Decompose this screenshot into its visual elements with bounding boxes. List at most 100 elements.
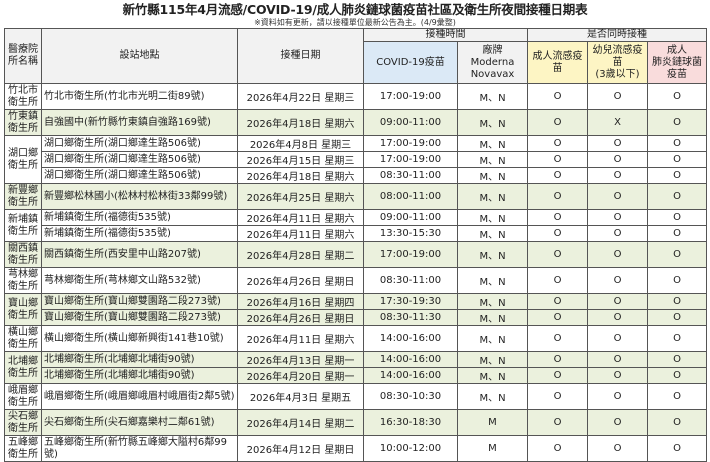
vaccination-time: 14:00-16:00 <box>363 351 458 368</box>
pneumo-mark: O <box>646 309 708 326</box>
header-concurrent: 是否同時接種 <box>526 28 708 42</box>
header-hospital: 醫療院所名稱 <box>4 28 42 84</box>
site-address: 新豐鄉松林國小(松林村松林街33鄰99號) <box>41 183 238 210</box>
table-row: 湖口鄉衛生所(湖口鄉達生路506號) 2026年4月18日 星期六 08:30-11… <box>5 167 708 184</box>
table-row: 新豐鄉衛生所 新豐鄉松林國小(松林村松林街33鄰99號) 2026年4月25日 星期… <box>4 183 708 210</box>
flu-child-mark: O <box>587 435 648 462</box>
hospital-name: 竹東鎮衛生所 <box>4 109 42 136</box>
vaccination-time: 09:00-11:00 <box>363 109 458 136</box>
table-row: 關西鎮衛生所 關西鎮衛生所(西安里中山路207號) 2026年4月28日 星期二 17… <box>4 241 708 268</box>
flu-adult-mark: O <box>527 309 588 326</box>
flu-child-mark: O <box>587 383 648 410</box>
vaccination-date: 2026年4月20日 星期一 <box>237 367 364 384</box>
vaccination-time: 13:30-15:30 <box>363 225 458 242</box>
vaccine-brand: M、N <box>457 367 528 384</box>
site-address: 新埔鎮衛生所(福德街535號) <box>41 209 238 226</box>
flu-child-mark: O <box>587 225 648 242</box>
pneumo-mark: O <box>646 109 708 136</box>
update-note: ※資料如有更新，請以接種單位最新公告為主。(4/9彙整) <box>254 18 456 27</box>
pneumo-mark: O <box>646 225 708 242</box>
hospital-name: 峨眉鄉衛生所 <box>4 383 42 410</box>
hospital-name: 湖口鄉衛生所 <box>4 135 42 184</box>
vaccine-brand: M、N <box>457 225 528 242</box>
flu-child-mark: X <box>587 109 648 136</box>
table-row: 橫山鄉衛生所 橫山鄉衛生所(橫山鄉新興街141巷10號) 2026年4月11日 星期… <box>4 325 708 352</box>
pneumo-mark: O <box>646 267 708 294</box>
flu-child-mark: O <box>587 293 648 310</box>
flu-adult-mark: O <box>527 383 588 410</box>
site-address: 五峰鄉衛生所(新竹縣五峰鄉大隘村6鄰99號) <box>41 435 238 462</box>
table-row: 五峰鄉衛生所 五峰鄉衛生所(新竹縣五峰鄉大隘村6鄰99號) 2026年4月12日 星… <box>4 435 708 462</box>
vaccination-time: 14:00-16:00 <box>363 325 458 352</box>
vaccine-brand: M、N <box>457 83 528 110</box>
pneumo-mark: O <box>646 435 708 462</box>
vaccination-time: 08:30-11:30 <box>363 309 458 326</box>
flu-adult-mark: O <box>527 351 588 368</box>
pneumo-mark: O <box>646 409 708 436</box>
site-address: 湖口鄉衛生所(湖口鄉達生路506號) <box>41 151 238 168</box>
pneumo-mark: O <box>646 325 708 352</box>
header-flu-adult: 成人流感疫苗 <box>527 41 588 84</box>
schedule-rows: 竹北市衛生所 竹北市衛生所(竹北市光明二街89號) 2026年4月22日 星期三 17… <box>4 83 708 462</box>
site-address: 關西鎮衛生所(西安里中山路207號) <box>41 241 238 268</box>
table-row: 竹北市衛生所 竹北市衛生所(竹北市光明二街89號) 2026年4月22日 星期三 17… <box>4 83 708 110</box>
table-row: 寶山鄉衛生所 寶山鄉衛生所(寶山鄉雙園路二段273號) 2026年4月16日 星期四… <box>4 293 708 326</box>
vaccine-brand: M <box>457 409 528 436</box>
site-address: 湖口鄉衛生所(湖口鄉達生路506號) <box>41 135 238 152</box>
header-covid: COVID-19疫苗 <box>363 41 458 84</box>
flu-adult-mark: O <box>527 267 588 294</box>
table-row: 新埔鎮衛生所(福德街535號) 2026年4月11日 星期六 13:30-15:30… <box>5 225 708 242</box>
flu-child-mark: O <box>587 325 648 352</box>
vaccination-time: 14:00-16:00 <box>363 367 458 384</box>
vaccine-brand: M、N <box>457 209 528 226</box>
vaccine-brand: M、N <box>457 309 528 326</box>
flu-adult-mark: O <box>527 135 588 152</box>
header-brand: 廠牌 Moderna Novavax <box>457 41 528 84</box>
hospital-name: 北埔鄉衛生所 <box>4 351 42 384</box>
hospital-name: 尖石鄉衛生所 <box>4 409 42 436</box>
flu-adult-mark: O <box>527 109 588 136</box>
flu-adult-mark: O <box>527 435 588 462</box>
flu-child-mark: O <box>587 135 648 152</box>
header-date: 接種日期 <box>237 28 364 84</box>
pneumo-mark: O <box>646 135 708 152</box>
header-flu-child: 幼兒流感疫苗 (3歲以下) <box>587 41 648 84</box>
flu-adult-mark: O <box>527 367 588 384</box>
flu-adult-mark: O <box>527 183 588 210</box>
hospital-name: 新埔鎮衛生所 <box>4 209 42 242</box>
vaccination-date: 2026年4月11日 星期六 <box>237 209 364 226</box>
site-address: 寶山鄉衛生所(寶山鄉雙園路二段273號) <box>41 309 238 326</box>
flu-adult-mark: O <box>527 225 588 242</box>
vaccine-brand: M、N <box>457 351 528 368</box>
vaccination-time: 17:30-19:30 <box>363 293 458 310</box>
vaccination-time: 08:30-10:30 <box>363 383 458 410</box>
hospital-name: 竹北市衛生所 <box>4 83 42 110</box>
table-row: 芎林鄉衛生所 芎林鄉衛生所(芎林鄉文山路532號) 2026年4月26日 星期日 08… <box>4 267 708 294</box>
flu-child-mark: O <box>587 209 648 226</box>
table-row: 新埔鎮衛生所 新埔鎮衛生所(福德街535號) 2026年4月11日 星期六 09:00… <box>4 209 708 242</box>
vaccination-date: 2026年4月22日 星期三 <box>237 83 364 110</box>
flu-adult-mark: O <box>527 241 588 268</box>
vaccine-brand: M、N <box>457 325 528 352</box>
hospital-name: 新豐鄉衛生所 <box>4 183 42 210</box>
vaccination-time: 17:00-19:00 <box>363 151 458 168</box>
flu-adult-mark: O <box>527 83 588 110</box>
vaccine-brand: M、N <box>457 267 528 294</box>
vaccination-date: 2026年4月14日 星期二 <box>237 409 364 436</box>
vaccination-time: 10:00-12:00 <box>363 435 458 462</box>
vaccination-time: 17:00-19:00 <box>363 135 458 152</box>
vaccination-date: 2026年4月25日 星期六 <box>237 183 364 210</box>
site-address: 北埔鄉衛生所(北埔鄉北埔街90號) <box>41 351 238 368</box>
table-row: 寶山鄉衛生所(寶山鄉雙園路二段273號) 2026年4月26日 星期日 08:30-… <box>5 309 708 326</box>
site-address: 北埔鄉衛生所(北埔鄉北埔街90號) <box>41 367 238 384</box>
vaccine-brand: M、N <box>457 241 528 268</box>
flu-adult-mark: O <box>527 325 588 352</box>
pneumo-mark: O <box>646 383 708 410</box>
flu-child-mark: O <box>587 83 648 110</box>
vaccination-time: 08:00-11:00 <box>363 183 458 210</box>
hospital-name: 五峰鄉衛生所 <box>4 435 42 462</box>
flu-adult-mark: O <box>527 209 588 226</box>
vaccine-brand: M、N <box>457 151 528 168</box>
flu-child-mark: O <box>587 367 648 384</box>
table-row: 湖口鄉衛生所 湖口鄉衛生所(湖口鄉達生路506號) 2026年4月8日 星期三 17:… <box>4 135 708 184</box>
